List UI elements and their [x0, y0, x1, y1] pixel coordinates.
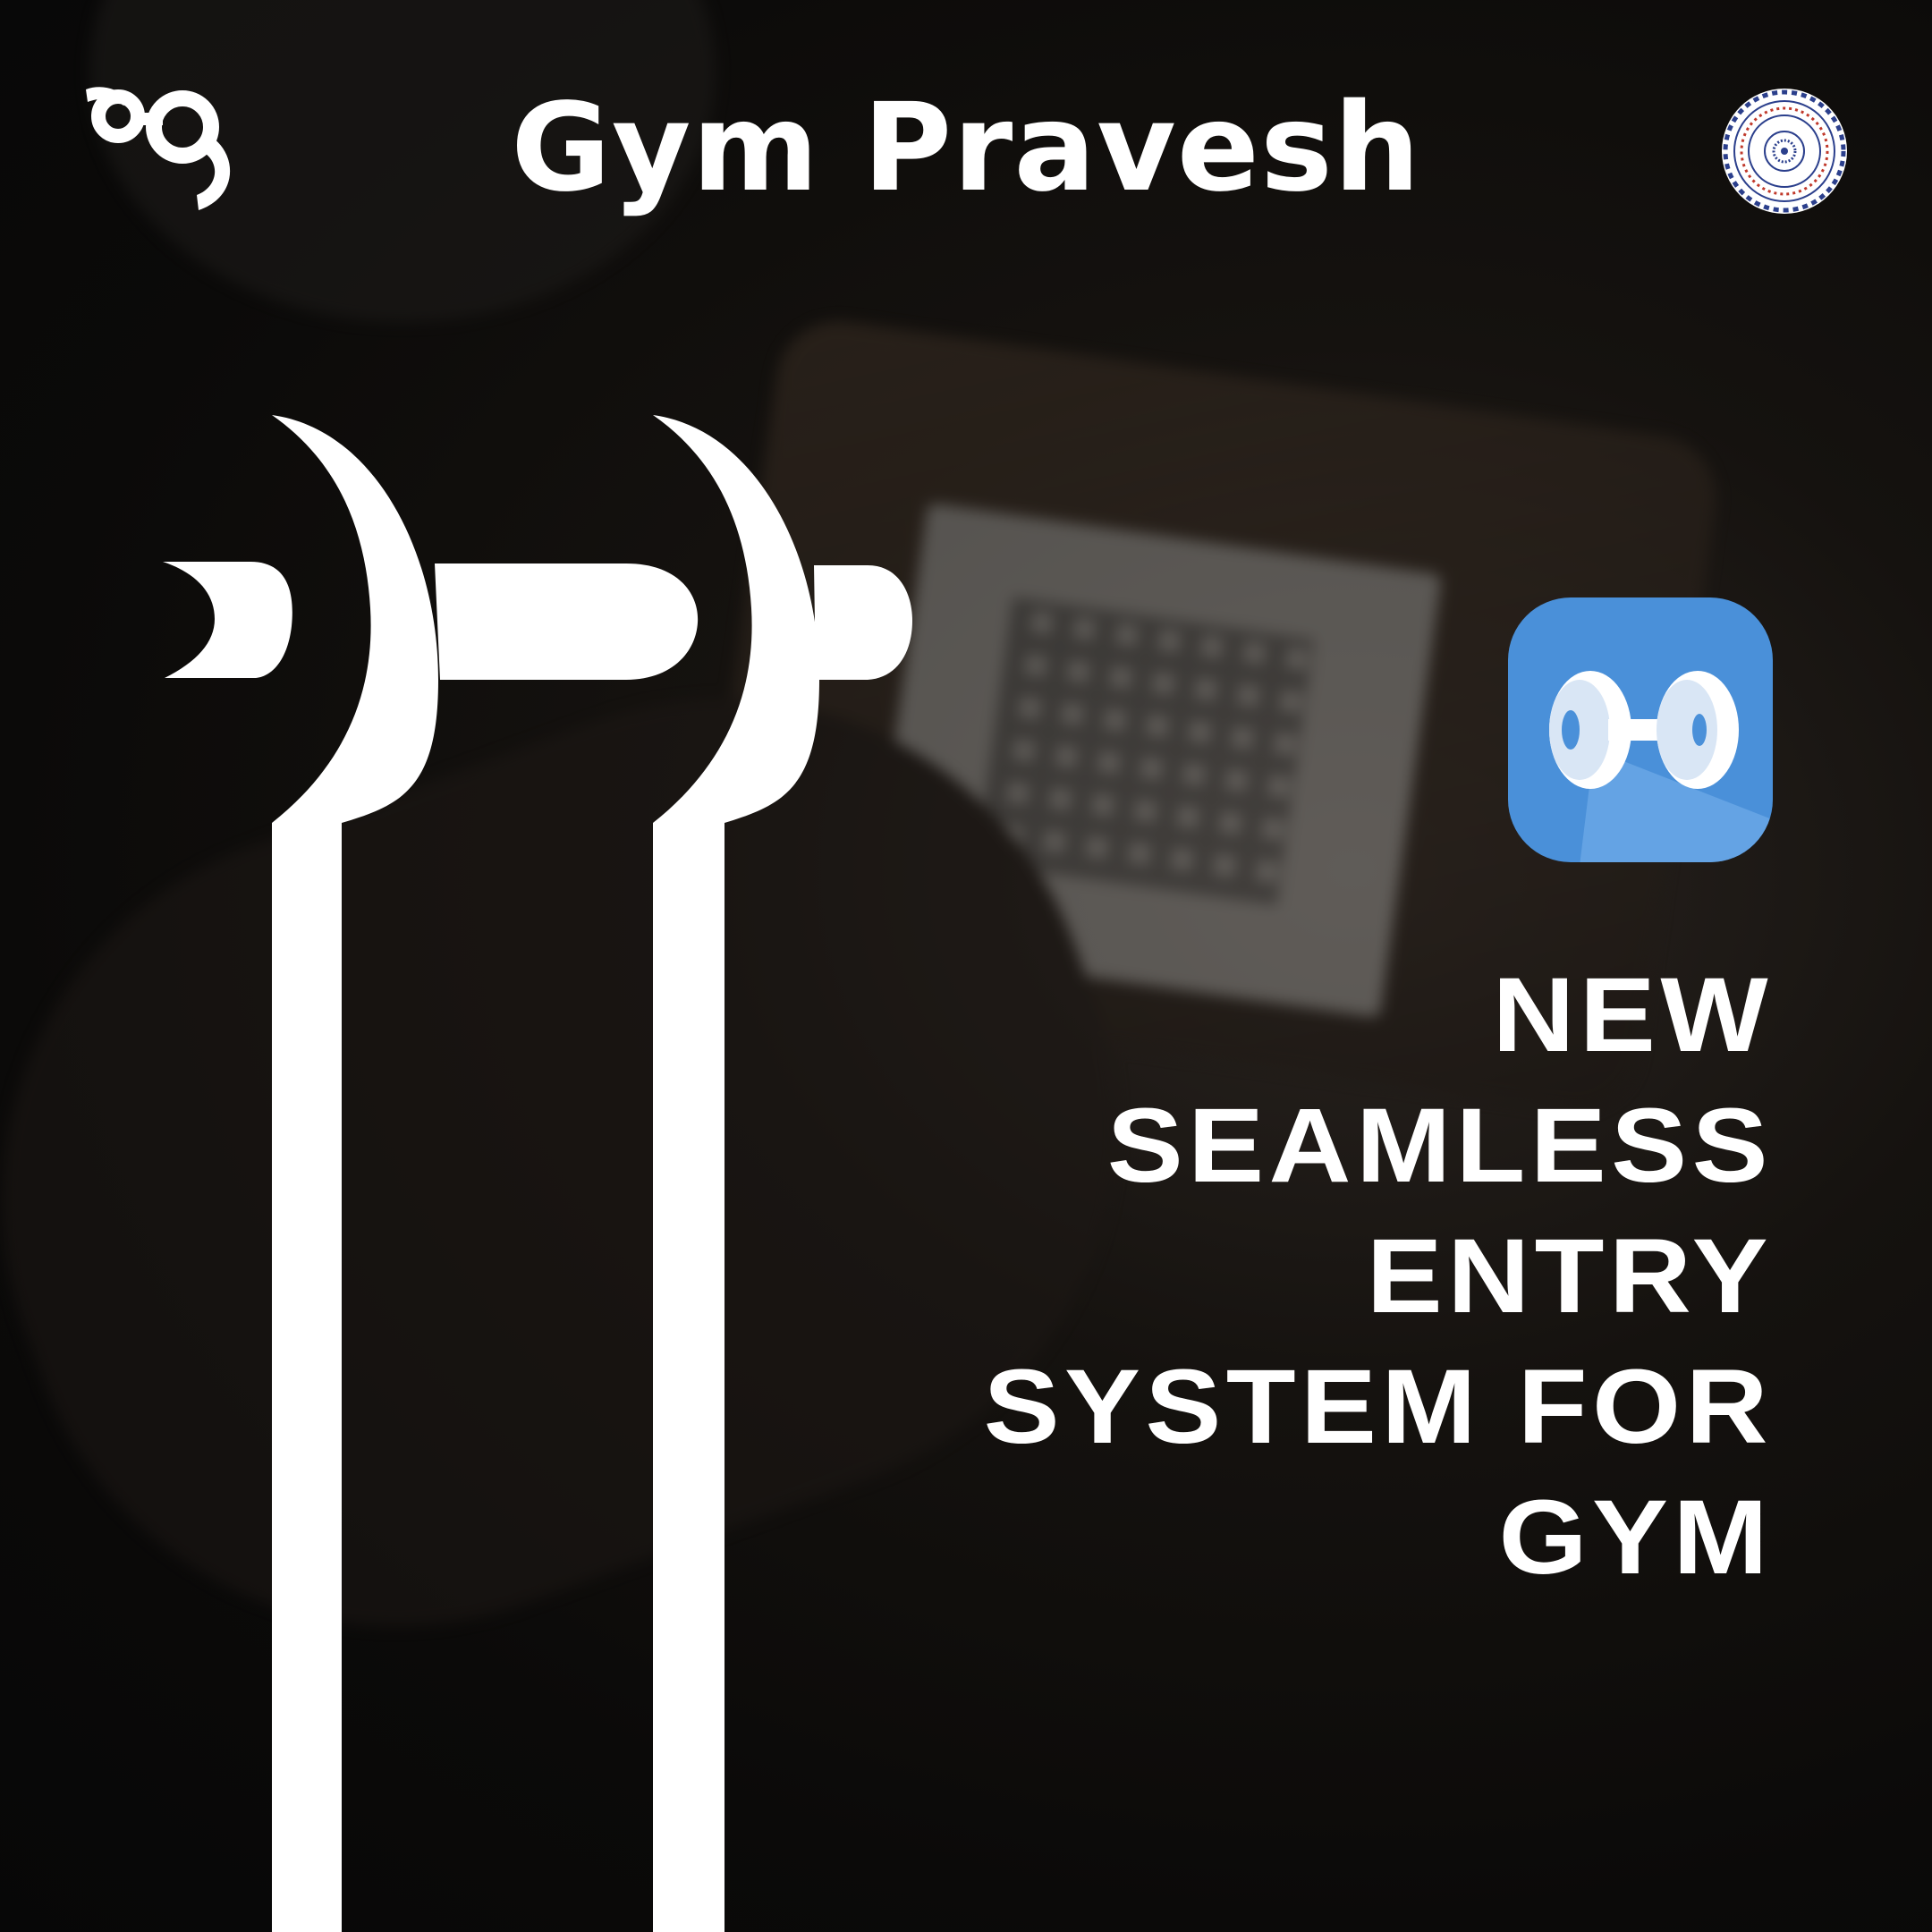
- headline-line: SEAMLESS: [1106, 1087, 1773, 1205]
- headline-line: ENTRY: [1366, 1217, 1773, 1335]
- dumbbell-app-icon: [1508, 597, 1773, 862]
- headline-line: NEW: [1492, 956, 1773, 1074]
- headline-line: SYSTEM FOR: [983, 1348, 1773, 1466]
- page-title: Gym Pravesh: [511, 78, 1421, 219]
- headline-line: GYM: [1498, 1479, 1773, 1597]
- headline: NEW SEAMLESS ENTRY SYSTEM FOR GYM: [614, 950, 1773, 1603]
- institute-emblem-icon: [1722, 89, 1847, 214]
- poster: Gym Pravesh NEW SEAMLESS ENTRY SYSTEM FO…: [0, 0, 1932, 1932]
